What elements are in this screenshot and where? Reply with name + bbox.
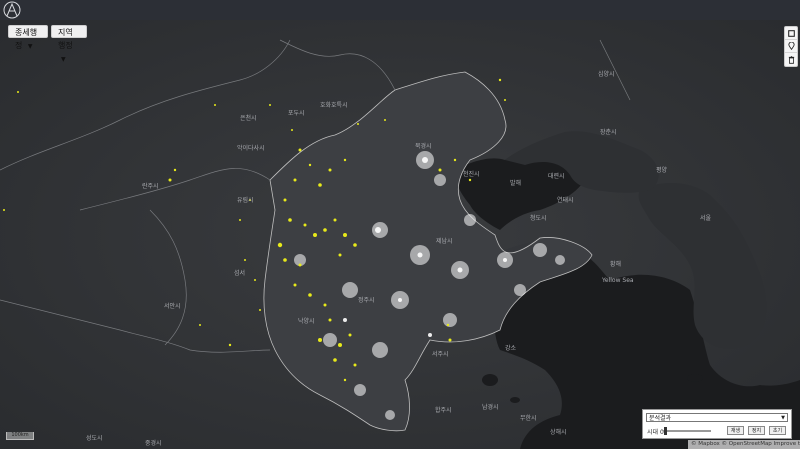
region-dropdown-label: 지역행정	[58, 28, 73, 50]
time-slider-handle[interactable]	[664, 427, 667, 435]
label-hohhot: 호화호특시	[320, 102, 348, 109]
label-jinan: 제남시	[436, 237, 453, 245]
label-tianjin: 천진시	[463, 170, 480, 178]
label-beijing: 북경시	[415, 143, 432, 150]
label-chongqing: 중경시	[145, 440, 162, 447]
chevron-down-icon: ▼	[61, 56, 66, 63]
label-yulin: 유림시	[237, 196, 254, 204]
chevron-down-icon: ▼	[27, 43, 33, 50]
label-yellow-sea-ko: 황해	[610, 260, 621, 268]
label-lanzhou: 란주시	[142, 183, 159, 190]
label-baotou: 포두시	[288, 110, 305, 117]
map-control-stack	[784, 26, 798, 67]
label-dalian: 대련시	[548, 172, 565, 180]
region-dropdown[interactable]: 지역행정 ▼	[51, 25, 87, 63]
result-select[interactable]: 분석결과 ▼	[646, 413, 788, 422]
stop-button[interactable]: 정지	[748, 426, 765, 435]
label-shanghai: 상해시	[550, 428, 567, 436]
layer-dropdown[interactable]: 종세행정 ▼	[8, 25, 48, 50]
label-qingdao: 청도시	[530, 215, 547, 222]
label-bohai: 발해	[510, 179, 521, 187]
scale-bar: 100km	[6, 432, 34, 440]
label-ordos: 악이다사시	[237, 144, 265, 152]
label-pyongyang: 평양	[656, 166, 668, 174]
label-xuzhou: 서주시	[432, 350, 449, 358]
label-wuhan: 무한시	[520, 415, 537, 422]
label-shanxi: 섬서	[234, 269, 245, 277]
reset-button[interactable]: 초기	[769, 426, 786, 435]
result-select-label: 분석결과	[649, 415, 672, 422]
delete-icon[interactable]	[785, 53, 797, 66]
label-nanjing: 남경시	[482, 403, 499, 411]
label-shenyang: 심양시	[598, 70, 615, 78]
label-luoyang: 낙양시	[298, 317, 315, 325]
map-attribution[interactable]: © Mapbox © OpenStreetMap Improve this ma…	[688, 440, 800, 449]
label-seoul: 서울	[700, 214, 712, 222]
label-yinchuan: 은천시	[240, 114, 257, 122]
compass-a-logo-icon[interactable]	[2, 0, 22, 20]
label-xian: 서안시	[164, 302, 181, 310]
playback-panel: 분석결과 ▼ 시대 0 재생 정지 초기	[642, 409, 792, 439]
time-label: 시대 0	[647, 429, 664, 436]
label-changchun: 장춘시	[600, 128, 617, 136]
play-button[interactable]: 재생	[727, 426, 744, 435]
time-slider-track[interactable]	[663, 430, 711, 432]
fullscreen-icon[interactable]	[785, 27, 797, 40]
label-chengdu: 성도시	[86, 434, 103, 442]
label-yantai: 연태시	[557, 196, 574, 204]
label-hefei: 합주시	[435, 406, 452, 414]
map-canvas[interactable]: 북경시 천진시 심양시 대련시 장춘시 평양 서울 발해 Yellow Sea …	[0, 20, 800, 449]
label-yellow-sea: Yellow Sea	[601, 277, 634, 284]
label-zhengzhou: 정주시	[358, 297, 375, 304]
location-pin-icon[interactable]	[785, 40, 797, 53]
top-bar	[0, 0, 800, 21]
chevron-down-icon: ▼	[781, 415, 785, 421]
